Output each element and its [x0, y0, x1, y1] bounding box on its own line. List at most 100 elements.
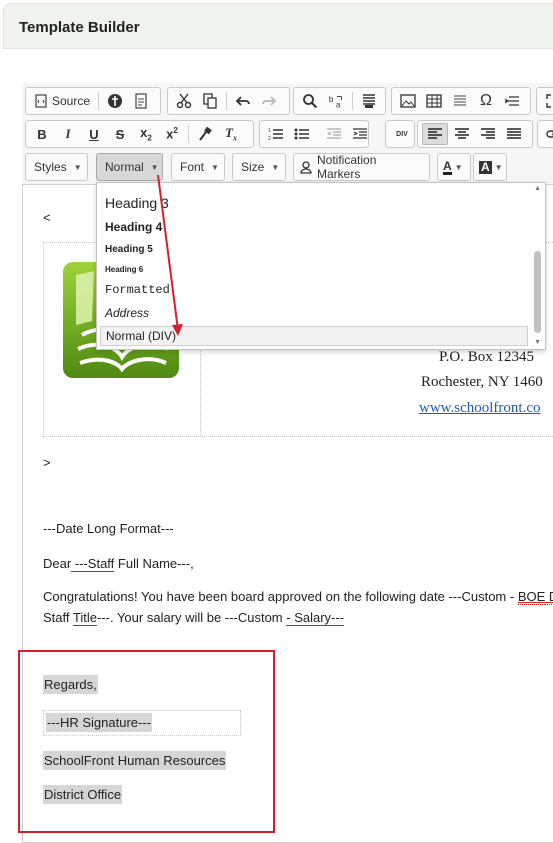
italic-icon: I — [65, 126, 71, 141]
copy-format-icon — [199, 126, 212, 141]
website-link-text[interactable]: www.schoolfront.co — [419, 400, 541, 416]
toolbar-group-div: DIV — [385, 120, 415, 148]
bg-color-icon: A — [479, 159, 492, 174]
justify-icon — [507, 128, 521, 139]
po-box-text: P.O. Box 12345 — [439, 349, 535, 365]
bulleted-list-icon — [294, 128, 309, 140]
find-button[interactable] — [298, 90, 322, 112]
format-option-normal-div[interactable]: Normal (DIV) — [100, 326, 528, 346]
outdent-icon — [326, 128, 341, 139]
city-text: Rochester, NY 1460 — [421, 374, 543, 390]
div-button[interactable]: DIV — [390, 123, 414, 145]
salary-line: Staff Title---. Your salary will be ---C… — [43, 610, 345, 626]
link-icon — [546, 130, 553, 138]
boe-text: BOE — [517, 589, 546, 605]
image-button[interactable] — [396, 90, 420, 112]
newpage-button[interactable] — [129, 90, 153, 112]
dear-suffix: Full Name---, — [114, 556, 194, 571]
svg-text:b: b — [329, 95, 334, 104]
italic-button[interactable]: I — [56, 123, 80, 145]
link-button[interactable] — [542, 123, 553, 145]
underline-icon: U — [89, 126, 99, 142]
format-option-address[interactable]: Address — [105, 306, 149, 320]
select-all-button[interactable] — [357, 90, 381, 112]
salary-text: . Your salary will be ---Custom — [109, 610, 287, 625]
underline-button[interactable]: U — [82, 123, 106, 145]
chevron-down-icon: ▼ — [494, 162, 503, 172]
format-option-heading3[interactable]: Heading 3 — [105, 195, 169, 211]
copy-button[interactable] — [198, 90, 222, 112]
superscript-button[interactable]: x2 — [160, 123, 184, 145]
format-dropdown: Heading 3 Heading 4 Heading 5 Heading 6 … — [96, 182, 546, 350]
dear-prefix: Dear — [43, 556, 72, 571]
maximize-icon — [546, 94, 551, 108]
size-combo[interactable]: Size ▼ — [232, 153, 286, 181]
source-button[interactable]: Source — [30, 90, 94, 112]
subscript-button[interactable]: x2 — [134, 123, 158, 145]
styles-combo-label: Styles — [34, 160, 67, 174]
congrats-text: Congratulations! You have been board app… — [43, 589, 518, 604]
page-header: Template Builder — [3, 3, 553, 49]
toolbar-group-paragraph: 12 — [259, 120, 369, 148]
remove-format-icon: Tx — [225, 125, 237, 143]
replace-icon: ba — [329, 95, 342, 109]
toolbar-group-basicstyles: B I U S x2 x2 Tx — [25, 120, 254, 148]
styles-combo[interactable]: Styles ▼ — [25, 153, 88, 181]
format-option-heading6[interactable]: Heading 6 — [105, 265, 143, 274]
bg-color-button[interactable]: A ▼ — [473, 153, 507, 181]
toolbar-separator — [98, 92, 100, 110]
font-combo[interactable]: Font ▼ — [171, 153, 225, 181]
font-combo-label: Font — [180, 160, 205, 174]
redo-button[interactable] — [257, 90, 281, 112]
notification-markers-label: Notification Markers — [317, 153, 377, 181]
format-option-heading4[interactable]: Heading 4 — [105, 220, 162, 234]
format-option-formatted[interactable]: Formatted — [105, 283, 170, 297]
align-left-button[interactable] — [422, 123, 448, 145]
maximize-button[interactable] — [541, 90, 553, 112]
svg-text:1: 1 — [268, 128, 271, 134]
preview-button[interactable] — [103, 90, 127, 112]
remove-format-button[interactable]: Tx — [219, 123, 243, 145]
scroll-down-icon[interactable]: ▼ — [534, 339, 541, 346]
justify-button[interactable] — [502, 123, 526, 145]
format-option-heading5[interactable]: Heading 5 — [105, 244, 153, 255]
bold-button[interactable]: B — [30, 123, 54, 145]
dropdown-scroll-thumb[interactable] — [534, 251, 541, 333]
undo-button[interactable] — [231, 90, 255, 112]
outdent-button[interactable] — [322, 123, 346, 145]
table-button[interactable] — [422, 90, 446, 112]
align-center-button[interactable] — [450, 123, 474, 145]
page-break-button[interactable] — [500, 90, 524, 112]
numbered-list-button[interactable]: 12 — [264, 123, 288, 145]
strike-button[interactable]: S — [108, 123, 132, 145]
toolbar-group-insert: Ω — [391, 87, 531, 115]
indent-button[interactable] — [348, 123, 372, 145]
toolbar-group-document: Source — [25, 87, 161, 115]
svg-text:a: a — [336, 100, 341, 109]
notification-markers-button[interactable]: Notification Markers — [293, 153, 430, 181]
website-link[interactable]: www.schoolfront.co — [419, 400, 541, 417]
scroll-up-icon[interactable]: ▲ — [534, 185, 541, 192]
bulleted-list-button[interactable] — [290, 123, 314, 145]
salary-field: - Salary--- — [286, 610, 345, 626]
cut-button[interactable] — [172, 90, 196, 112]
size-combo-label: Size — [241, 160, 265, 174]
toolbar-group-align — [417, 120, 533, 148]
copy-format-button[interactable] — [193, 123, 217, 145]
replace-button[interactable]: ba — [324, 90, 348, 112]
format-combo[interactable]: Normal ▼ — [96, 153, 163, 181]
align-right-icon — [481, 128, 495, 139]
chevron-down-icon: ▼ — [271, 162, 280, 172]
undo-icon — [235, 96, 250, 106]
find-icon — [303, 94, 318, 109]
format-combo-label: Normal — [105, 160, 144, 174]
staff-prefix: Staff — [43, 610, 73, 625]
horizontal-line-button[interactable] — [448, 90, 472, 112]
chevron-down-icon: ▼ — [150, 162, 159, 172]
table-icon — [426, 94, 442, 108]
align-right-button[interactable] — [476, 123, 500, 145]
special-char-button[interactable]: Ω — [474, 90, 498, 112]
page-title: Template Builder — [19, 19, 140, 36]
text-color-button[interactable]: A ▼ — [437, 153, 471, 181]
chevron-down-icon: ▼ — [73, 162, 82, 172]
